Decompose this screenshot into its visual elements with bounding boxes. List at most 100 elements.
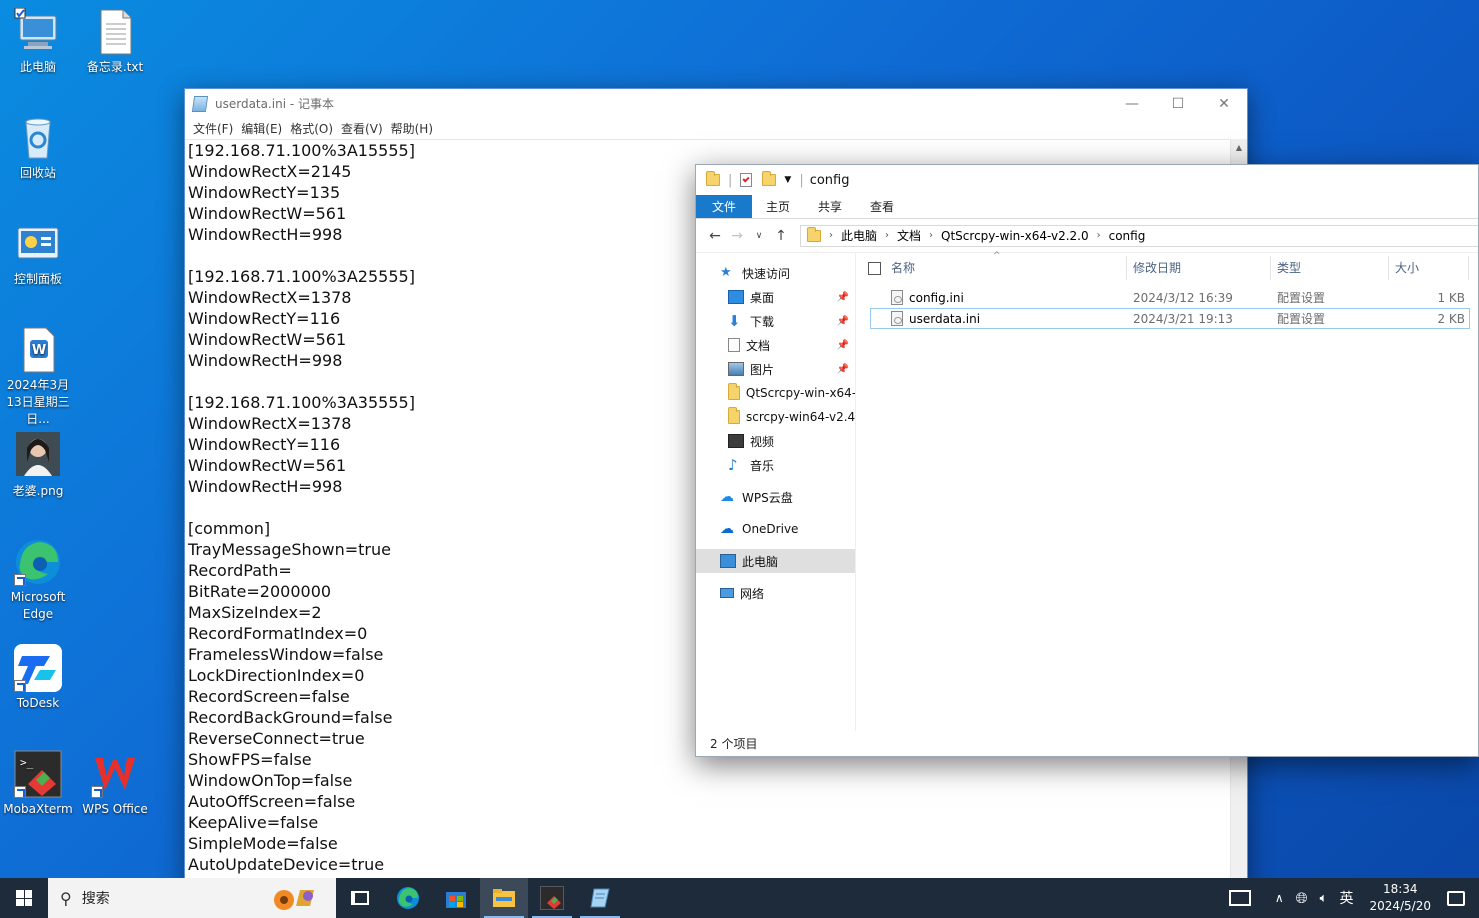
select-all-checkbox[interactable] xyxy=(868,261,881,275)
pin-icon[interactable]: 📌 xyxy=(837,292,849,303)
menu-edit[interactable]: 编辑(E) xyxy=(237,118,286,138)
up-arrow-icon[interactable]: ↑ xyxy=(770,228,792,244)
column-size[interactable]: 大小 xyxy=(1389,256,1469,280)
network-globe-icon[interactable]: 🌐︎ xyxy=(1296,889,1308,907)
desktop-icon-recycle-bin[interactable]: 回收站 xyxy=(0,114,76,182)
desktop-icon-wps-office[interactable]: WPS Office xyxy=(77,750,153,818)
scroll-up-icon[interactable]: ▲ xyxy=(1231,139,1247,156)
minimize-button[interactable]: — xyxy=(1109,89,1155,118)
desktop-icon-mobaxterm[interactable]: >_ MobaXterm xyxy=(0,750,76,818)
new-folder-icon[interactable] xyxy=(762,171,777,186)
ribbon-tab-view[interactable]: 查看 xyxy=(856,195,908,218)
close-button[interactable]: ✕ xyxy=(1201,89,1247,118)
volume-muted-icon[interactable]: 🔈︎ xyxy=(1320,891,1328,906)
notepad-titlebar[interactable]: userdata.ini - 记事本 — ☐ ✕ xyxy=(185,89,1247,118)
taskbar-app-mobaxterm[interactable] xyxy=(528,878,576,918)
quick-access-dropdown-icon[interactable]: ▼ xyxy=(784,175,791,185)
nav-this-pc[interactable]: 此电脑 xyxy=(696,549,855,573)
pin-icon[interactable]: 📌 xyxy=(837,364,849,375)
desktop-icon-label: 备忘录.txt xyxy=(86,60,144,74)
desktop-icon-this-pc[interactable]: 此电脑 xyxy=(0,7,76,76)
folder-icon xyxy=(728,407,740,424)
taskbar: ⚲ 搜索 ∧ 🌐︎ 🔈︎ 英 18:34 2024/5/20 xyxy=(0,878,1479,918)
desktop-icon-label: ToDesk xyxy=(16,696,60,710)
desktop-icon-memo-txt[interactable]: 备忘录.txt xyxy=(77,8,153,76)
file-explorer-window[interactable]: | ▼ | config 文件 主页 共享 查看 ← → ∨ ↑ › 此电脑 ›… xyxy=(695,164,1479,757)
file-row-selected[interactable]: userdata.ini 2024/3/21 19:13 配置设置 2 KB xyxy=(870,308,1470,329)
address-bar-row: ← → ∨ ↑ › 此电脑 › 文档 › QtScrcpy-win-x64-v2… xyxy=(696,219,1478,253)
mobaxterm-icon xyxy=(540,886,564,910)
edge-icon xyxy=(14,538,62,586)
recent-locations-icon[interactable]: ∨ xyxy=(748,231,770,241)
breadcrumb[interactable]: › 此电脑 › 文档 › QtScrcpy-win-x64-v2.2.0 › c… xyxy=(800,224,1478,247)
breadcrumb-config[interactable]: config xyxy=(1109,229,1146,243)
notification-center-icon[interactable] xyxy=(1447,890,1465,906)
maximize-button[interactable]: ☐ xyxy=(1155,89,1201,118)
column-name[interactable]: 名称 xyxy=(885,256,1127,280)
file-type: 配置设置 xyxy=(1277,312,1326,326)
start-button[interactable] xyxy=(0,878,48,918)
nav-label: 快速访问 xyxy=(742,266,791,281)
nav-onedrive[interactable]: ☁ OneDrive xyxy=(696,517,855,541)
taskbar-search-box[interactable]: ⚲ 搜索 xyxy=(48,878,336,918)
nav-wps-cloud[interactable]: ☁ WPS云盘 xyxy=(696,485,855,509)
clock[interactable]: 18:34 2024/5/20 xyxy=(1369,881,1431,915)
desktop-icon-image-png[interactable]: 老婆.png xyxy=(0,432,76,500)
desktop-icon-label: MobaXterm xyxy=(3,802,73,816)
column-type[interactable]: 类型 xyxy=(1271,256,1389,280)
nav-network[interactable]: 网络 xyxy=(696,581,855,605)
nav-item-qtscrcpy-folder[interactable]: QtScrcpy-win-x64- xyxy=(696,381,855,405)
menu-format[interactable]: 格式(O) xyxy=(286,118,337,138)
desktop-icon-todesk[interactable]: ToDesk xyxy=(0,644,76,712)
edge-icon xyxy=(397,887,419,909)
nav-item-videos[interactable]: 视频 xyxy=(696,429,855,453)
nav-item-scrcpy-folder[interactable]: scrcpy-win64-v2.4 xyxy=(696,405,855,429)
forward-arrow-icon[interactable]: → xyxy=(726,228,748,244)
nav-quick-access[interactable]: ★ 快速访问 xyxy=(696,261,855,285)
file-date: 2024/3/12 16:39 xyxy=(1133,290,1233,305)
nav-item-documents[interactable]: 文档 📌 xyxy=(696,333,855,357)
menu-file[interactable]: 文件(F) xyxy=(189,118,237,138)
desktop-icon-control-panel[interactable]: 控制面板 xyxy=(0,220,76,288)
back-arrow-icon[interactable]: ← xyxy=(704,228,726,244)
task-view-button[interactable] xyxy=(336,878,384,918)
ribbon-tab-share[interactable]: 共享 xyxy=(804,195,856,218)
news-widget-icon[interactable] xyxy=(1228,890,1251,906)
taskbar-app-file-explorer[interactable] xyxy=(480,878,528,918)
pin-icon[interactable]: 📌 xyxy=(837,316,849,327)
properties-icon[interactable] xyxy=(740,173,753,187)
menu-help[interactable]: 帮助(H) xyxy=(387,118,437,138)
desktop-icon-label: 此电脑 xyxy=(19,60,56,74)
picture-icon xyxy=(728,362,744,376)
ribbon-tab-file[interactable]: 文件 xyxy=(696,195,753,218)
nav-item-pictures[interactable]: 图片 📌 xyxy=(696,357,855,381)
breadcrumb-this-pc[interactable]: 此电脑 xyxy=(841,227,877,244)
pin-icon[interactable]: 📌 xyxy=(837,340,849,351)
taskbar-app-notepad[interactable] xyxy=(576,878,624,918)
folder-icon xyxy=(807,226,821,242)
explorer-titlebar[interactable]: | ▼ | config xyxy=(696,165,1478,195)
desktop-icon-label: 控制面板 xyxy=(13,272,62,286)
desktop-icon-word-doc[interactable]: W 2024年3月13日星期三 日... xyxy=(0,326,76,428)
sort-indicator-icon: ^ xyxy=(993,251,1001,261)
search-highlight-icon xyxy=(270,884,322,912)
todesk-icon xyxy=(14,644,62,692)
nav-item-downloads[interactable]: ⬇ 下载 📌 xyxy=(696,309,855,333)
file-row[interactable]: config.ini 2024/3/12 16:39 配置设置 1 KB xyxy=(870,287,1470,308)
desktop-icon-label: 老婆.png xyxy=(12,484,64,498)
column-date[interactable]: 修改日期 xyxy=(1127,256,1271,280)
input-method-indicator[interactable]: 英 xyxy=(1339,888,1353,908)
breadcrumb-documents[interactable]: 文档 xyxy=(897,227,921,244)
nav-item-music[interactable]: ♪ 音乐 xyxy=(696,453,855,477)
onedrive-icon: ☁ xyxy=(720,521,734,537)
breadcrumb-qtscrcpy[interactable]: QtScrcpy-win-x64-v2.2.0 xyxy=(941,229,1089,243)
taskbar-app-edge[interactable] xyxy=(384,878,432,918)
nav-item-desktop[interactable]: 桌面 📌 xyxy=(696,285,855,309)
menu-view[interactable]: 查看(V) xyxy=(337,118,387,138)
shortcut-arrow-icon xyxy=(14,786,26,798)
ribbon-tab-home[interactable]: 主页 xyxy=(752,195,804,218)
taskbar-app-store[interactable] xyxy=(432,878,480,918)
notepad-title: userdata.ini - 记事本 xyxy=(215,97,335,111)
show-hidden-icons-chevron-icon[interactable]: ∧ xyxy=(1275,891,1284,905)
desktop-icon-edge[interactable]: Microsoft Edge xyxy=(0,538,76,623)
